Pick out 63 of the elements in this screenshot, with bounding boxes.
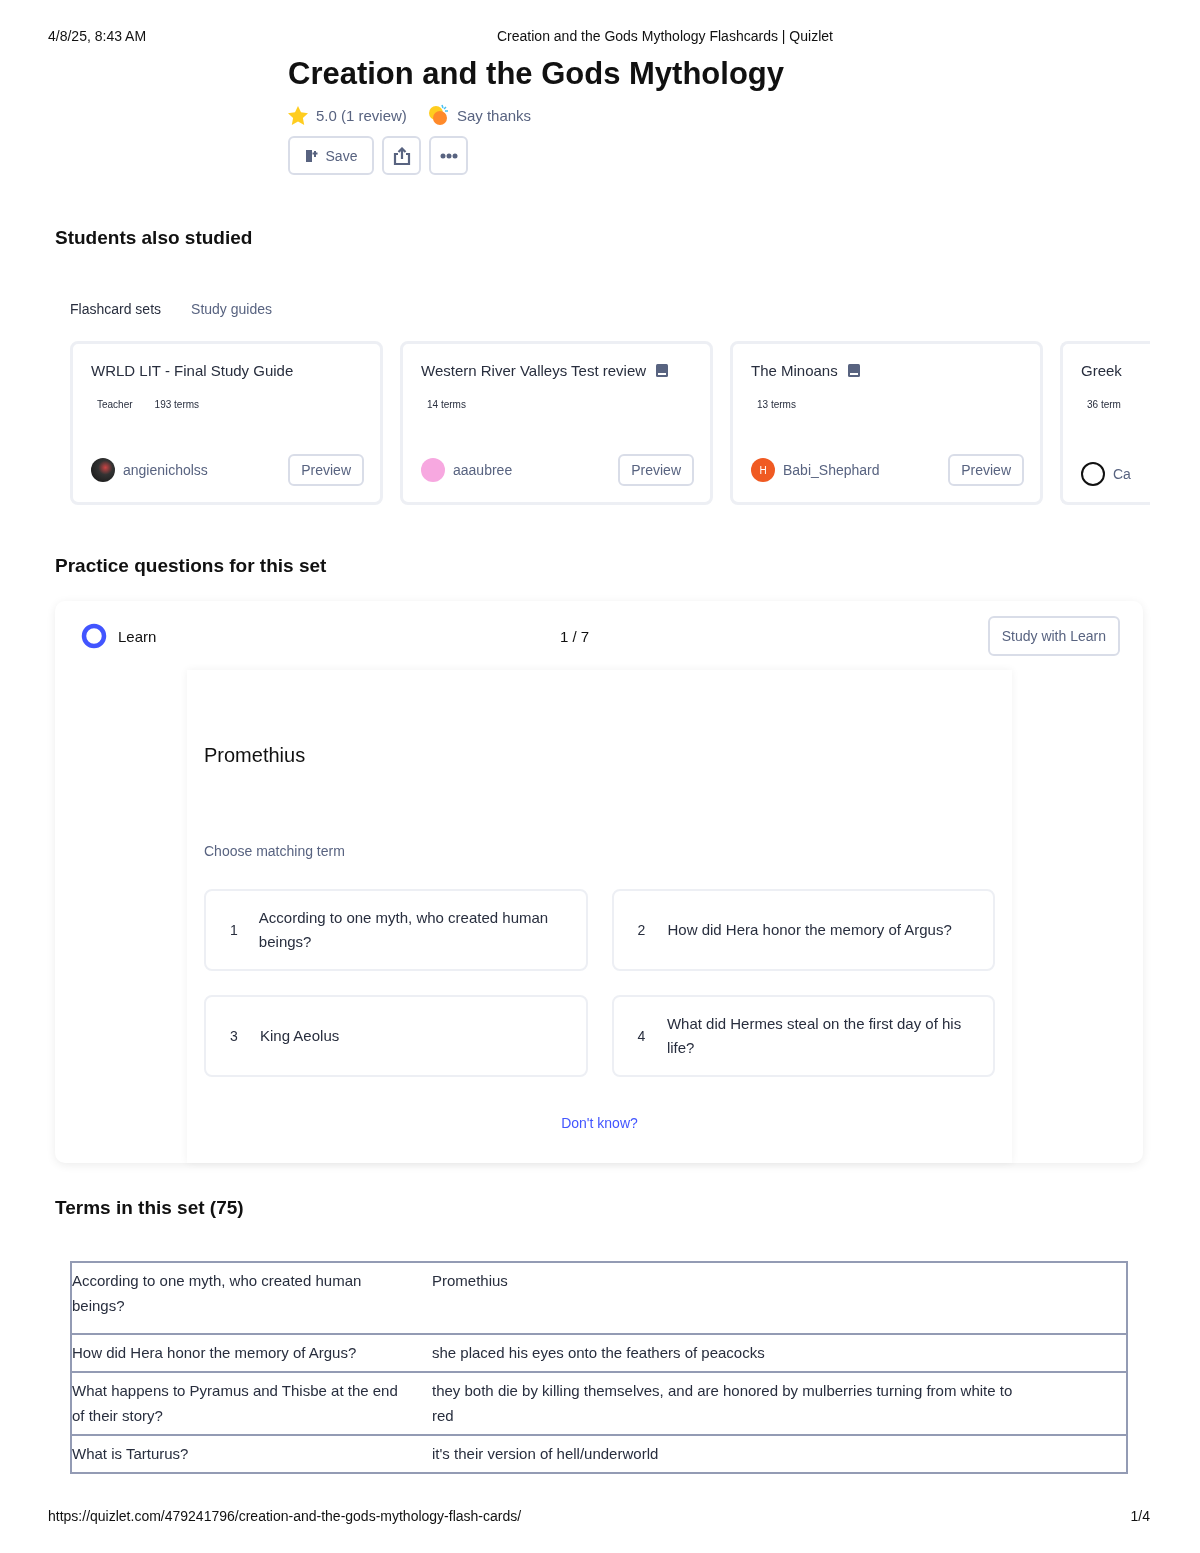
definition-cell: they both die by killing themselves, and are honored by mulberries turning from white to red [402, 1372, 1127, 1435]
mode-label: Learn [118, 627, 157, 645]
more-button[interactable] [429, 136, 468, 175]
preview-button[interactable]: Preview [948, 454, 1024, 486]
print-date: 4/8/25, 8:43 AM [48, 28, 148, 46]
study-set-card[interactable]: Greek 36 term Ca [1060, 341, 1150, 505]
learn-icon [80, 622, 108, 650]
page-title: Creation and the Gods Mythology Flashcards | Quizlet [497, 28, 833, 46]
term-cell: What happens to Pyramus and Thisbe at the end of their story? [71, 1372, 402, 1435]
clapping-hands-icon [426, 104, 449, 126]
preview-button[interactable]: Preview [288, 454, 364, 486]
avatar-icon: H [751, 458, 775, 482]
page-number: 1/4 [1130, 1508, 1150, 1524]
answer-option[interactable]: 4 What did Hermes steal on the first day of his life? [611, 995, 995, 1077]
section-heading: Practice questions for this set [55, 555, 328, 577]
definition-cell: it's their version of hell/underworld [402, 1435, 1127, 1473]
card-meta: 13 terms [757, 399, 796, 410]
card-title: The Minoans [751, 362, 838, 379]
avatar-icon [421, 458, 445, 482]
rating-text: 5.0 (1 review) [316, 106, 407, 124]
term-cell: According to one myth, who created human beings? [71, 1262, 402, 1334]
save-button[interactable]: Save [288, 136, 374, 175]
section-heading: Students also studied [55, 227, 254, 249]
say-thanks-link[interactable]: Say thanks [456, 106, 532, 124]
more-icon [439, 152, 458, 159]
card-meta: Teacher [97, 399, 133, 410]
avatar-icon [91, 458, 115, 482]
study-with-learn-button[interactable]: Study with Learn [987, 616, 1120, 656]
section-heading: Terms in this set (75) [55, 1197, 245, 1219]
username: angienicholss [123, 462, 208, 478]
card-meta: 14 terms [427, 399, 466, 410]
study-set-card[interactable]: The Minoans 13 terms H Babi_Shephard Preview [730, 341, 1043, 505]
card-title: WRLD LIT - Final Study Guide [91, 362, 294, 379]
instruction-text: Choose matching term [204, 843, 346, 859]
study-set-card[interactable]: WRLD LIT - Final Study Guide Teacher 193 terms angienicholss Preview [70, 341, 383, 505]
tab[interactable]: Study guides [191, 301, 272, 317]
answer-option[interactable]: 2 How did Hera honor the memory of Argus? [611, 889, 995, 971]
question-prompt: Promethius [204, 744, 307, 767]
share-icon [392, 146, 411, 165]
username: aaaubree [453, 462, 513, 478]
dont-know-link[interactable]: Don't know? [561, 1115, 638, 1131]
card-title: Greek [1081, 362, 1122, 379]
term-cell: How did Hera honor the memory of Argus? [71, 1334, 402, 1372]
definition-cell: she placed his eyes onto the feathers of peacocks [402, 1334, 1127, 1372]
definition-cell: Promethius [402, 1262, 1127, 1334]
save-icon [304, 148, 318, 163]
study-set-card[interactable]: Western River Valleys Test review 14 terms aaaubree Preview [400, 341, 713, 505]
username: Ca [1113, 466, 1131, 482]
answer-option[interactable]: 1 According to one myth, who created human beings? [204, 889, 588, 971]
page-url: https://quizlet.com/479241796/creation-and-the-gods-mythology-flash-cards/ [48, 1508, 522, 1524]
card-meta: 193 terms [154, 399, 200, 410]
set-title: Creation and the Gods Mythology [288, 56, 785, 92]
tab[interactable]: Flashcard sets [70, 301, 162, 317]
username: Babi_Shephard [783, 462, 880, 478]
preview-button[interactable]: Preview [618, 454, 694, 486]
card-title: Western River Valleys Test review [421, 362, 647, 379]
progress-counter: 1 / 7 [560, 627, 590, 645]
term-cell: What is Tarturus? [71, 1435, 402, 1473]
answer-option[interactable]: 3 King Aeolus [204, 995, 588, 1077]
star-icon [288, 105, 308, 125]
avatar-icon [1081, 462, 1105, 486]
share-button[interactable] [382, 136, 421, 175]
card-meta: 36 term [1087, 399, 1121, 410]
